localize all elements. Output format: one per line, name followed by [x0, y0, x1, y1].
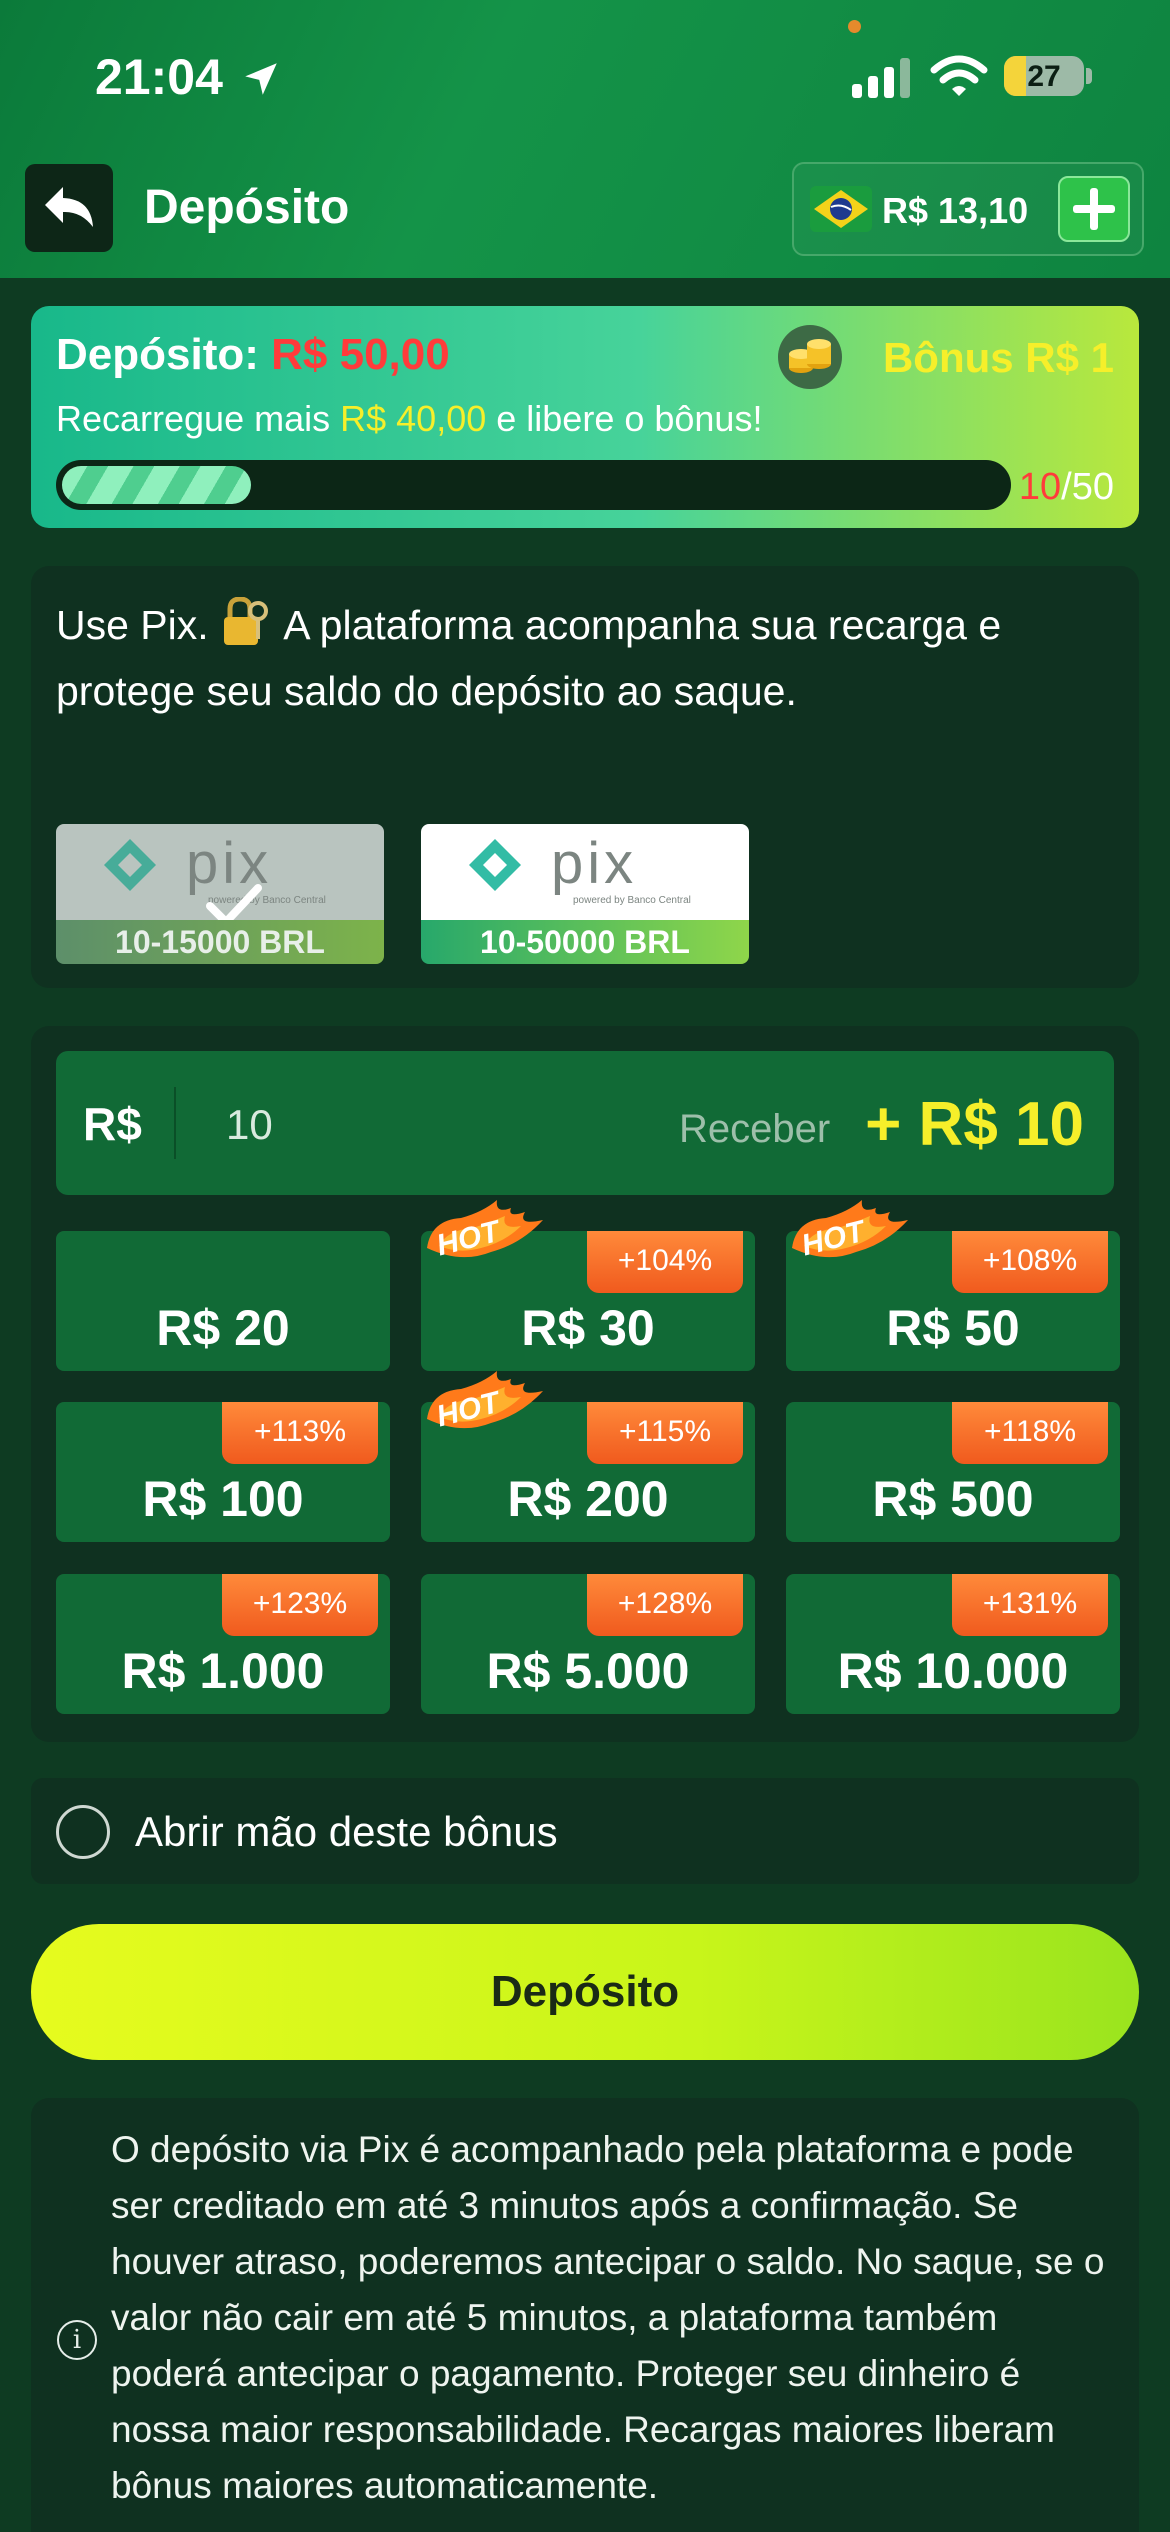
balance-box: R$ 13,10: [792, 162, 1144, 256]
bonus-percent-badge: +108%: [952, 1231, 1108, 1293]
svg-text:HOT: HOT: [433, 1214, 505, 1262]
svg-text:pix: pix: [551, 831, 637, 896]
status-time: 21:04: [95, 49, 223, 105]
status-bar: 21:04 27: [0, 0, 1170, 150]
amount-option-500[interactable]: +118% R$ 500: [786, 1402, 1120, 1542]
progress-count: 10/50: [1019, 466, 1114, 509]
recharge-value: R$ 40,00: [340, 398, 487, 439]
bonus-percent-badge: +118%: [952, 1402, 1108, 1464]
plus-icon: [1073, 188, 1115, 230]
amount-option-label: R$ 200: [507, 1471, 669, 1527]
amount-option-100[interactable]: +113% R$ 100: [56, 1402, 390, 1542]
amount-option-label: R$ 1.000: [121, 1643, 325, 1699]
recharge-hint: Recarregue mais R$ 40,00 e libere o bônu…: [56, 398, 762, 440]
amount-option-5000[interactable]: +128% R$ 5.000: [421, 1574, 755, 1714]
page-title: Depósito: [144, 181, 350, 234]
optout-bonus-row[interactable]: Abrir mão deste bônus: [31, 1778, 1139, 1884]
amount-option-label: R$ 10.000: [837, 1643, 1069, 1699]
amount-option-20[interactable]: R$ 20: [56, 1231, 390, 1371]
receive-label: Receber: [679, 1107, 831, 1151]
amount-input-box: R$ Receber + R$ 10: [56, 1051, 1114, 1195]
bonus-percent-badge: +113%: [222, 1402, 378, 1464]
deposit-button[interactable]: Depósito: [31, 1924, 1139, 2060]
currency-label: R$: [83, 1098, 142, 1150]
bonus-progress-bar: [56, 460, 1011, 510]
pix-description-prefix: Use Pix.: [56, 602, 209, 648]
svg-text:HOT: HOT: [798, 1214, 870, 1262]
payment-method-card: Use Pix. A plataforma acompanha sua reca…: [31, 566, 1139, 988]
amount-option-label: R$ 50: [886, 1300, 1020, 1356]
receive-value: + R$ 10: [865, 1090, 1084, 1159]
balance-amount: R$ 13,10: [882, 190, 1029, 231]
amount-card: R$ Receber + R$ 10 R$ 20 +104% R$ 30 +10…: [31, 1026, 1139, 1742]
hot-badge-icon: HOT: [427, 1371, 543, 1433]
pix-description: Use Pix. A plataforma acompanha sua reca…: [56, 592, 1116, 724]
lock-key-icon: [224, 597, 269, 645]
wifi-icon: [930, 55, 988, 96]
pix-range: 10-15000 BRL: [56, 920, 384, 964]
svg-text:powered by Banco Central: powered by Banco Central: [573, 895, 691, 906]
deposit-target-label: Depósito:: [56, 330, 259, 379]
pix-logo: pix powered by Banco Central: [56, 824, 384, 926]
input-divider: [174, 1087, 176, 1159]
deposit-target: Depósito: R$ 50,00: [56, 330, 450, 380]
optout-label: Abrir mão deste bônus: [135, 1808, 558, 1855]
bonus-amount: Bônus R$ 1: [882, 334, 1114, 381]
hot-badge-icon: HOT: [427, 1200, 543, 1262]
add-balance-button[interactable]: [1058, 176, 1130, 242]
progress-current: 10: [1018, 466, 1062, 508]
recharge-prefix: Recarregue mais: [56, 398, 331, 439]
amount-option-label: R$ 30: [521, 1300, 655, 1356]
amount-option-label: R$ 500: [872, 1471, 1034, 1527]
deposit-target-value: R$ 50,00: [271, 330, 450, 379]
pix-option-1[interactable]: pix powered by Banco Central 10-15000 BR…: [56, 824, 384, 964]
privacy-indicator: [848, 20, 861, 33]
info-icon: i: [57, 2320, 97, 2360]
hot-badge-icon: HOT: [792, 1200, 908, 1262]
battery-percent: 27: [1027, 60, 1061, 93]
coins-icon: [778, 325, 842, 389]
bonus-progress-card: Depósito: R$ 50,00 Bônus R$ 1 Recarregue…: [31, 306, 1139, 528]
location-arrow-icon: [245, 63, 277, 95]
progress-total: /50: [1061, 466, 1114, 508]
amount-option-10000[interactable]: +131% R$ 10.000: [786, 1574, 1120, 1714]
battery-tip: [1086, 68, 1092, 84]
bonus-percent-badge: +128%: [587, 1574, 743, 1636]
info-card: i O depósito via Pix é acompanhado pela …: [31, 2098, 1139, 2532]
battery-indicator: 27: [1004, 56, 1084, 96]
amount-input[interactable]: [226, 1101, 526, 1149]
bonus-percent-badge: +131%: [952, 1574, 1108, 1636]
optout-radio[interactable]: [56, 1805, 110, 1859]
bonus-percent-badge: +123%: [222, 1574, 378, 1636]
pix-logo-icon: pix powered by Banco Central: [469, 831, 691, 906]
amount-option-label: R$ 5.000: [486, 1643, 690, 1699]
brazil-flag-icon: [810, 186, 872, 232]
bonus-percent-badge: +104%: [587, 1231, 743, 1293]
bonus-progress-fill: [62, 466, 251, 504]
cellular-signal-icon: [852, 58, 910, 98]
pix-option-2[interactable]: pix powered by Banco Central 10-50000 BR…: [421, 824, 749, 964]
back-button[interactable]: [25, 164, 113, 252]
amount-option-label: R$ 100: [142, 1471, 304, 1527]
amount-option-1000[interactable]: +123% R$ 1.000: [56, 1574, 390, 1714]
recharge-suffix: e libere o bônus!: [496, 398, 763, 439]
svg-text:HOT: HOT: [433, 1385, 505, 1433]
pix-logo: pix powered by Banco Central: [421, 824, 749, 920]
pix-range: 10-50000 BRL: [421, 920, 749, 964]
amount-option-label: R$ 20: [156, 1300, 290, 1356]
bonus-percent-badge: +115%: [587, 1402, 743, 1464]
back-arrow-icon: [45, 187, 93, 227]
info-text: O depósito via Pix é acompanhado pela pl…: [111, 2129, 1105, 2506]
